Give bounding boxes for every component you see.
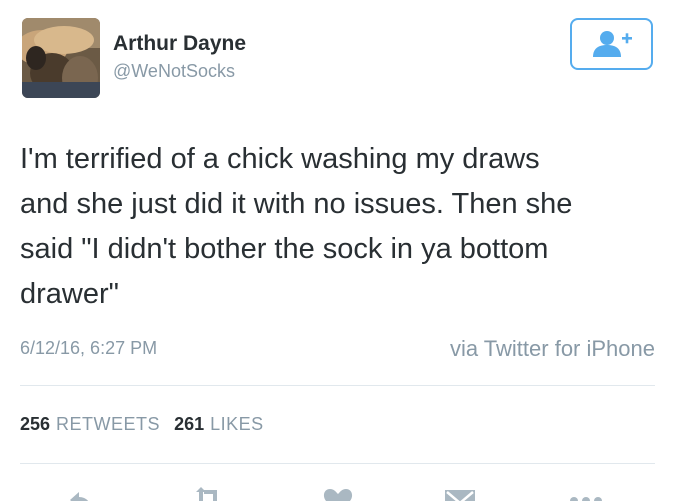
tweet-source[interactable]: via Twitter for iPhone — [450, 336, 655, 362]
retweets-count[interactable]: 256 — [20, 414, 50, 435]
follow-icon — [592, 31, 632, 57]
follow-button[interactable] — [570, 18, 653, 70]
retweet-icon — [196, 487, 217, 501]
tweet-timestamp[interactable]: 6/12/16, 6:27 PM — [20, 338, 157, 359]
likes-count[interactable]: 261 — [174, 414, 204, 435]
avatar-image — [22, 18, 100, 98]
retweets-label[interactable]: RETWEETS — [56, 414, 160, 435]
user-handle[interactable]: @WeNotSocks — [113, 61, 235, 82]
tweet-card: Arthur Dayne @WeNotSocks I'm terrified o… — [0, 0, 675, 501]
heart-icon — [323, 489, 353, 501]
reply-button[interactable] — [60, 486, 100, 501]
tweet-stats: 256 RETWEETS 261 LIKES — [20, 414, 278, 435]
more-button[interactable] — [566, 486, 606, 501]
tweet-text: I'm terrified of a chick washing my draw… — [20, 143, 573, 310]
divider — [20, 385, 655, 386]
envelope-icon — [445, 490, 475, 501]
likes-label[interactable]: LIKES — [210, 414, 264, 435]
retweet-button[interactable] — [188, 486, 228, 501]
user-name[interactable]: Arthur Dayne — [113, 32, 246, 56]
message-button[interactable] — [440, 486, 480, 501]
tweet-actions — [0, 480, 675, 501]
reply-icon — [70, 492, 89, 501]
like-button[interactable] — [318, 486, 358, 501]
more-icon — [570, 497, 602, 501]
divider — [20, 463, 655, 464]
avatar[interactable] — [22, 18, 100, 98]
